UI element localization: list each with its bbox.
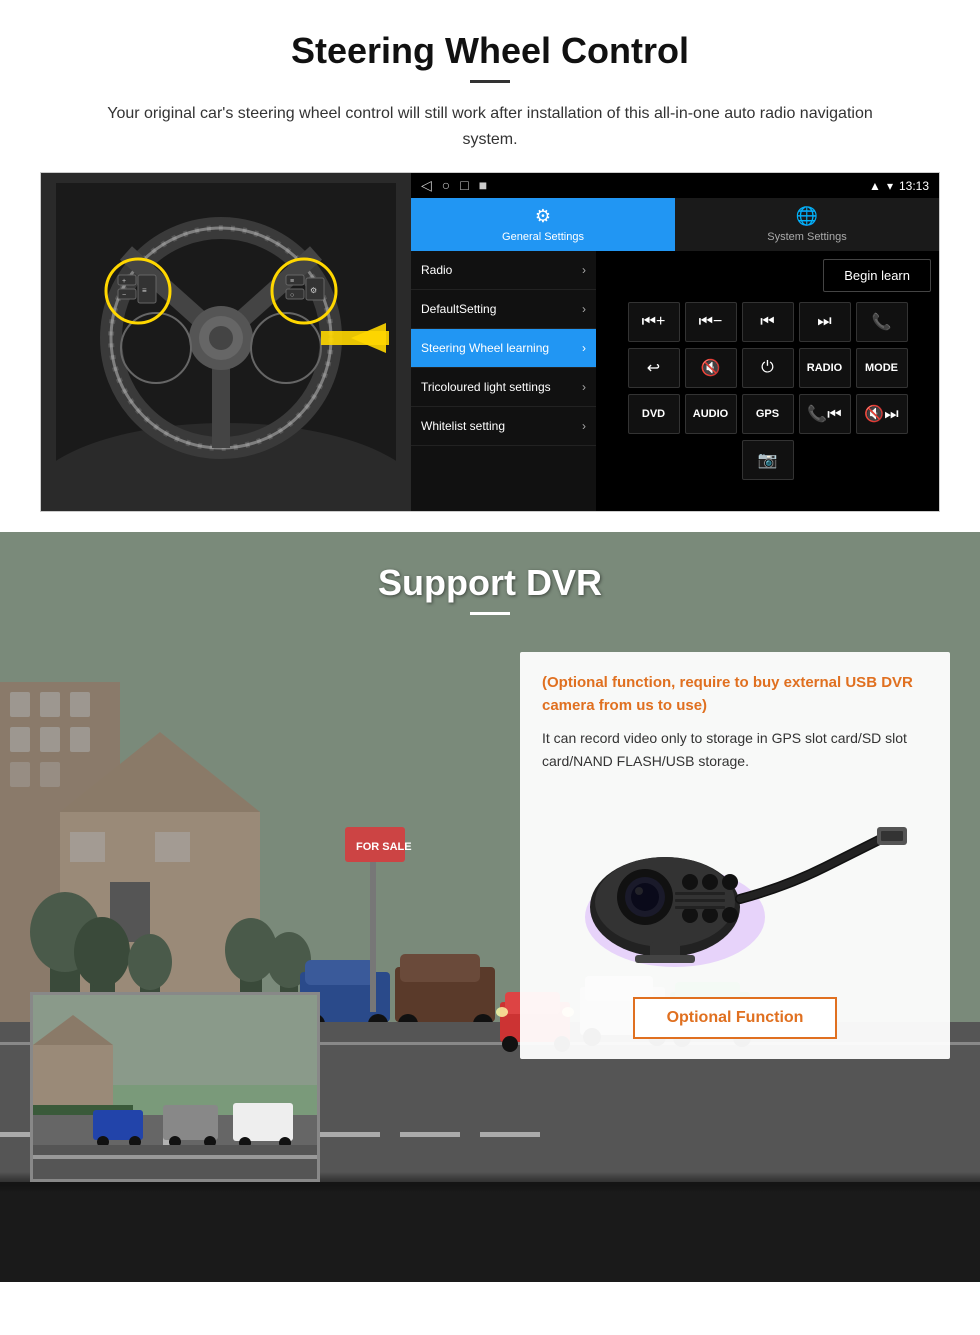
steering-description: Your original car's steering wheel contr…	[80, 101, 900, 152]
begin-learn-row: Begin learn	[604, 259, 931, 292]
ctrl-row-3: DVD AUDIO GPS 📞⏮ 🔇⏭	[604, 394, 931, 434]
chevron-icon: ›	[582, 302, 586, 316]
tab-general[interactable]: ⚙ General Settings	[411, 198, 675, 251]
svg-text:≡: ≡	[142, 286, 147, 295]
steering-section: Steering Wheel Control Your original car…	[0, 0, 980, 532]
nav-icons: ◁ ○ □ ■	[421, 177, 487, 194]
status-bar: ◁ ○ □ ■ ▲ ▾ 13:13	[411, 173, 939, 198]
svg-text:○: ○	[290, 292, 294, 299]
wifi-icon: ▾	[887, 179, 893, 193]
menu-item-default-label: DefaultSetting	[421, 302, 496, 316]
mode-btn[interactable]: MODE	[856, 348, 908, 388]
inset-road-svg	[33, 995, 320, 1182]
ctrl-row-4: 📷	[604, 440, 931, 480]
inset-camera-screen	[30, 992, 320, 1182]
menu-item-whitelist-label: Whitelist setting	[421, 419, 505, 433]
title-divider	[470, 80, 510, 83]
dvr-header: Support DVR	[0, 532, 980, 625]
dvr-info-box: (Optional function, require to buy exter…	[520, 652, 950, 1059]
menu-item-radio[interactable]: Radio ›	[411, 251, 596, 290]
screenshot-area: + − ≡ ≡ ○ ⚙ ◁	[40, 172, 940, 512]
steering-wheel-image: + − ≡ ≡ ○ ⚙	[41, 173, 411, 512]
menu-item-default[interactable]: DefaultSetting ›	[411, 290, 596, 329]
dvr-section: FOR SALE Support DVR (Optional function,…	[0, 532, 980, 1282]
mute-next-btn[interactable]: 🔇⏭	[856, 394, 908, 434]
begin-learn-button[interactable]: Begin learn	[823, 259, 931, 292]
dvr-camera-svg	[555, 787, 915, 967]
prev-btn[interactable]: ⏮	[742, 302, 794, 342]
power-btn[interactable]: ⏻	[742, 348, 794, 388]
controls-area: Begin learn ⏮+ ⏮− ⏮ ⏭ 📞 ↩ 🔇 ⏻	[596, 251, 939, 511]
status-time: 13:13	[899, 179, 929, 193]
dvr-optional-heading: (Optional function, require to buy exter…	[542, 672, 928, 717]
gps-btn[interactable]: GPS	[742, 394, 794, 434]
phone-btn[interactable]: 📞	[856, 302, 908, 342]
chevron-icon: ›	[582, 263, 586, 277]
phone-prev-btn[interactable]: 📞⏮	[799, 394, 851, 434]
dvr-divider	[470, 612, 510, 615]
dvr-camera-illustration	[542, 787, 928, 972]
steering-wheel-svg: + − ≡ ≡ ○ ⚙	[56, 183, 396, 503]
android-panel: ◁ ○ □ ■ ▲ ▾ 13:13 ⚙ General Settings 🌐 S…	[411, 173, 939, 511]
recent-icon[interactable]: □	[460, 177, 468, 194]
menu-icon[interactable]: ■	[479, 177, 487, 194]
globe-icon: 🌐	[796, 206, 818, 227]
signal-icon: ▲	[869, 179, 881, 193]
panel-body: Radio › DefaultSetting › Steering Wheel …	[411, 251, 939, 511]
radio-btn[interactable]: RADIO	[799, 348, 851, 388]
menu-list: Radio › DefaultSetting › Steering Wheel …	[411, 251, 596, 511]
menu-item-radio-label: Radio	[421, 263, 452, 277]
gear-icon: ⚙	[535, 206, 551, 227]
vol-up-btn[interactable]: ⏮+	[628, 302, 680, 342]
back-call-btn[interactable]: ↩	[628, 348, 680, 388]
dvd-btn[interactable]: DVD	[628, 394, 680, 434]
steering-title: Steering Wheel Control	[40, 30, 940, 72]
home-icon[interactable]: ○	[442, 177, 450, 194]
chevron-icon: ›	[582, 380, 586, 394]
vol-down-btn[interactable]: ⏮−	[685, 302, 737, 342]
dvr-title: Support DVR	[0, 562, 980, 604]
menu-item-tricolour[interactable]: Tricoloured light settings ›	[411, 368, 596, 407]
menu-item-tricolour-label: Tricoloured light settings	[421, 380, 551, 394]
chevron-icon: ›	[582, 341, 586, 355]
inset-screen-inner	[33, 995, 317, 1179]
settings-tabs: ⚙ General Settings 🌐 System Settings	[411, 198, 939, 251]
svg-text:−: −	[122, 292, 126, 299]
chevron-icon: ›	[582, 419, 586, 433]
menu-item-steering[interactable]: Steering Wheel learning ›	[411, 329, 596, 368]
back-icon[interactable]: ◁	[421, 177, 432, 194]
next-btn[interactable]: ⏭	[799, 302, 851, 342]
ctrl-row-1: ⏮+ ⏮− ⏮ ⏭ 📞	[604, 302, 931, 342]
svg-text:+: +	[122, 278, 126, 285]
svg-text:FOR SALE: FOR SALE	[356, 841, 412, 853]
menu-item-steering-label: Steering Wheel learning	[421, 341, 549, 355]
mute-btn[interactable]: 🔇	[685, 348, 737, 388]
optional-btn-container: Optional Function	[542, 987, 928, 1039]
tab-system-label: System Settings	[767, 231, 846, 243]
optional-function-button[interactable]: Optional Function	[633, 997, 838, 1039]
tab-system[interactable]: 🌐 System Settings	[675, 198, 939, 251]
audio-btn[interactable]: AUDIO	[685, 394, 737, 434]
dvr-description: It can record video only to storage in G…	[542, 727, 928, 772]
menu-item-whitelist[interactable]: Whitelist setting ›	[411, 407, 596, 446]
ctrl-row-2: ↩ 🔇 ⏻ RADIO MODE	[604, 348, 931, 388]
tab-general-label: General Settings	[502, 231, 584, 243]
svg-text:⚙: ⚙	[310, 286, 317, 295]
svg-text:≡: ≡	[290, 278, 294, 285]
camera-btn[interactable]: 📷	[742, 440, 794, 480]
